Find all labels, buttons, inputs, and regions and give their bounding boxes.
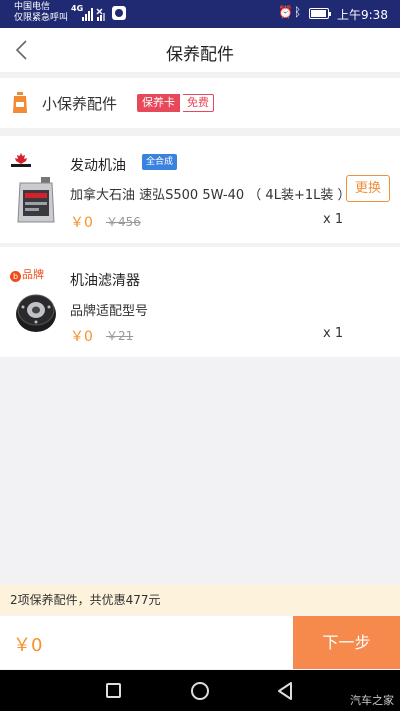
oil-can-icon xyxy=(13,92,27,113)
carrier-info: 中国电信 仅限紧急呼叫 xyxy=(14,2,68,24)
item-price: ￥0 xyxy=(70,215,93,231)
battery-icon xyxy=(309,8,331,19)
back-triangle-icon[interactable] xyxy=(276,681,294,701)
carrier-status: 仅限紧急呼叫 xyxy=(14,13,69,23)
original-price: ￥456 xyxy=(106,215,141,229)
clock: 上午9:38 xyxy=(337,8,388,22)
item-name: 机油滤清器 xyxy=(70,273,140,289)
brand-tag: b 品牌 xyxy=(10,266,44,282)
system-nav-bar: 汽车之家 xyxy=(0,670,400,711)
page-title: 保养配件 xyxy=(166,45,234,65)
kit-header: 小保养配件 保养卡 免费 xyxy=(0,78,400,128)
engine-oil-bottle-image xyxy=(17,177,55,223)
free-tag: 免费 xyxy=(183,94,214,112)
item-quantity: x 1 xyxy=(323,326,344,341)
original-price: ￥21 xyxy=(106,329,134,343)
watermark: 汽车之家 xyxy=(350,694,394,707)
home-icon[interactable] xyxy=(191,682,209,700)
next-step-button[interactable]: 下一步 xyxy=(293,616,400,669)
brand-badge-icon: b xyxy=(10,271,21,282)
carrier-name: 中国电信 xyxy=(14,2,51,12)
recent-apps-icon[interactable] xyxy=(106,683,121,698)
status-bar: 中国电信 仅限紧急呼叫 4G ⏰ ᛒ 上午9:38 xyxy=(0,0,400,28)
app-notification-icon xyxy=(112,6,126,20)
alarm-icon: ⏰ xyxy=(278,5,293,19)
maintenance-card-tag: 保养卡 xyxy=(137,94,180,112)
item-price: ￥0 xyxy=(70,329,93,345)
oil-filter-image xyxy=(16,294,56,332)
item-description: 品牌适配型号 xyxy=(70,304,149,319)
bottom-action-bar: ￥0 下一步 xyxy=(0,616,400,669)
maple-leaf-brand-logo xyxy=(11,153,31,167)
bluetooth-icon: ᛒ xyxy=(294,5,302,19)
nav-bar: 保养配件 xyxy=(0,28,400,72)
brand-tag-label: 品牌 xyxy=(22,268,44,281)
total-price: ￥0 xyxy=(13,635,43,656)
item-description: 加拿大石油 速弘S500 5W-40 （ 4L装+1L装 ） xyxy=(70,188,351,203)
list-item-oil-filter[interactable]: b 品牌 机油滤清器 品牌适配型号 ￥0 ￥21 x 1 xyxy=(0,247,400,357)
replace-button[interactable]: 更换 xyxy=(346,175,390,202)
kit-title: 小保养配件 xyxy=(42,95,118,113)
item-quantity: x 1 xyxy=(323,212,344,227)
list-item-engine-oil[interactable]: 发动机油 全合成 加拿大石油 速弘S500 5W-40 （ 4L装+1L装 ） … xyxy=(0,136,400,243)
item-name: 发动机油 xyxy=(70,158,126,174)
signal-icon xyxy=(82,8,105,21)
discount-summary: 2项保养配件，共优惠477元 xyxy=(0,585,400,615)
synthetic-badge: 全合成 xyxy=(142,154,178,170)
